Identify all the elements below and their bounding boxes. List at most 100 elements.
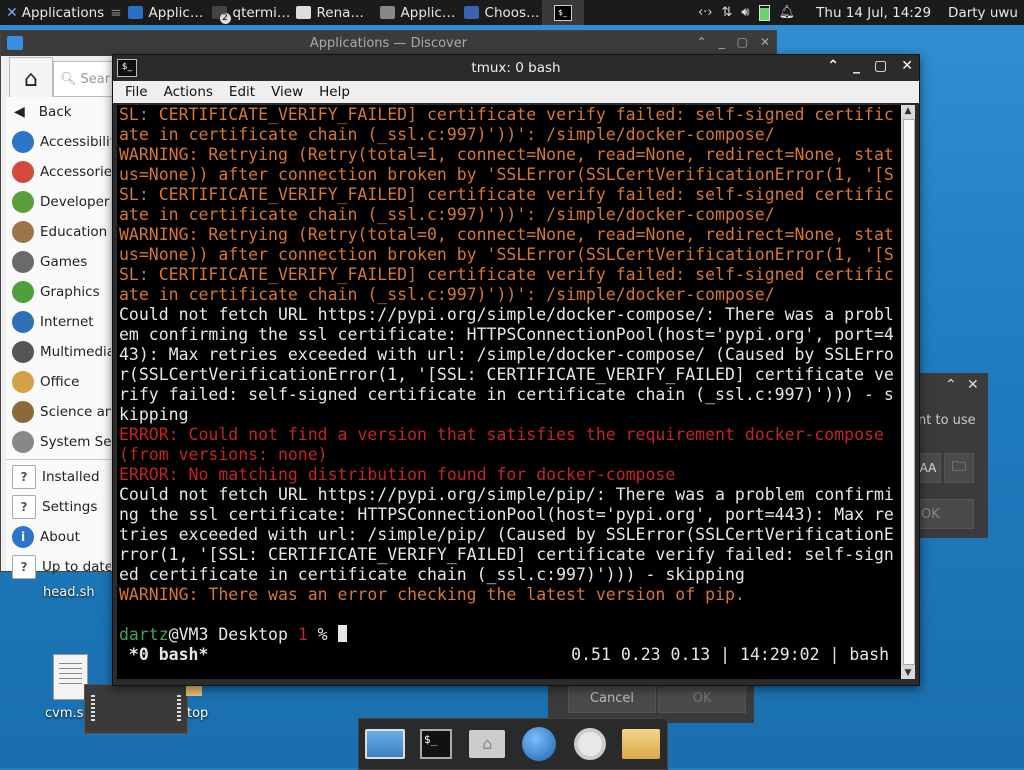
clock[interactable]: Thu 14 Jul, 14:29	[816, 5, 931, 21]
terminal-launcher-button[interactable]: $_	[541, 0, 584, 25]
dock-app-finder[interactable]	[570, 725, 610, 763]
desktop-icon-head-sh[interactable]: head.sh	[43, 585, 95, 600]
terminal-line: (from versions: none)	[119, 445, 328, 464]
sidebar-item[interactable]: ? Installed	[6, 462, 111, 492]
tmux-status-bar: *0 bash* 0.51 0.23 0.13 | 14:29:02 | bash	[119, 645, 899, 665]
discover-bottom-list: ? Installed? Settings i About ? Up to date	[6, 462, 111, 582]
terminal-scrollbar[interactable]: ▲ ▼	[901, 105, 915, 679]
taskbar-item[interactable]: Rena…	[290, 0, 374, 25]
prompt-user: dartz	[119, 625, 169, 644]
drag-handle[interactable]	[91, 695, 95, 721]
maximize-up-icon[interactable]: ⌃	[945, 377, 957, 393]
dock-terminal[interactable]: $_	[416, 725, 456, 763]
category-item[interactable]: Multimedia	[6, 337, 111, 367]
terminal-screen[interactable]: SL: CERTIFICATE_VERIFY_FAILED] certifica…	[117, 105, 901, 679]
menu-actions[interactable]: Actions	[156, 84, 221, 100]
maximize-icon[interactable]: ▢	[874, 58, 887, 74]
discover-app-icon	[7, 36, 23, 50]
minimize-icon[interactable]: _	[719, 35, 725, 49]
scroll-up-icon[interactable]: ▲	[901, 105, 915, 117]
battery-icon[interactable]	[758, 4, 770, 21]
shell-script-icon[interactable]	[53, 654, 88, 700]
ok-button[interactable]: OK	[658, 683, 746, 713]
background-dialog: ⌃ ✕ nt to use AA 🗀 OK	[915, 373, 988, 538]
cancel-button[interactable]: Cancel	[568, 683, 656, 713]
terminal-line: us=None)) after connection broken by 'SS…	[119, 165, 894, 184]
sidebar-item[interactable]: ? Up to date	[6, 552, 111, 582]
taskbar-item[interactable]: Applic…	[122, 0, 206, 25]
tmux-window-name[interactable]: *0 bash*	[119, 645, 208, 665]
dock-show-desktop[interactable]	[364, 725, 405, 763]
maximize-up-icon[interactable]: ⌃	[697, 35, 707, 49]
minimize-icon[interactable]: _	[853, 58, 860, 74]
transfer-icon[interactable]: ⇅	[722, 5, 733, 20]
prompt-host: @VM3 Desktop	[168, 625, 298, 644]
category-item[interactable]: Internet	[6, 307, 111, 337]
maximize-up-icon[interactable]: ⌃	[827, 58, 839, 74]
sidebar-item[interactable]: i About	[6, 522, 111, 552]
category-item[interactable]: Accessories	[6, 157, 111, 187]
category-item[interactable]: Education	[6, 217, 111, 247]
sidebar-item-label: About	[40, 529, 80, 545]
desktop-icon-cvm-sh[interactable]: cvm.s	[45, 706, 83, 721]
minimized-window[interactable]	[84, 684, 188, 734]
menu-file[interactable]: File	[117, 84, 156, 100]
user-name[interactable]: Darty uwu	[948, 5, 1018, 21]
volume-icon[interactable]: 🔊︎	[741, 5, 749, 20]
multimedia-icon	[12, 341, 34, 363]
category-item[interactable]: Office	[6, 367, 111, 397]
terminal-line: r(SSLCertVerificationError(1, '[SSL: CER…	[119, 365, 894, 384]
maximize-icon[interactable]: ▢	[737, 35, 748, 49]
category-item[interactable]: Graphics	[6, 277, 111, 307]
dock-file-manager[interactable]	[621, 725, 661, 763]
terminal-line: WARNING: Retrying (Retry(total=0, connec…	[119, 225, 894, 244]
folder-button[interactable]: 🗀	[944, 453, 974, 483]
category-item[interactable]: System Se	[6, 427, 111, 457]
terminal-titlebar[interactable]: $_ tmux: 0 bash ⌃ _ ▢ ✕	[113, 55, 919, 81]
category-label: System Se	[40, 434, 111, 450]
menu-help[interactable]: Help	[311, 84, 358, 100]
window-icon	[463, 6, 479, 19]
games-icon	[12, 251, 34, 273]
menu-view[interactable]: View	[263, 84, 311, 100]
category-item[interactable]: Accessibility	[6, 127, 111, 157]
taskbar-item-label: Applic…	[148, 4, 204, 21]
top-panel: ✕ Applications ≡ Applic… 2 qtermi… Rena… App…	[0, 0, 1024, 25]
drag-handle[interactable]	[177, 695, 181, 721]
category-label: Accessories	[40, 164, 111, 180]
notification-bell-icon[interactable]: 🔔︎	[779, 5, 796, 20]
developer-icon	[12, 191, 34, 213]
terminal-title: tmux: 0 bash	[471, 60, 561, 76]
update-icon: ?	[12, 555, 36, 579]
taskbar-item[interactable]: 2 qtermi…	[206, 0, 290, 25]
home-folder-icon: ⌂	[469, 730, 506, 758]
accessibility-icon	[12, 131, 34, 153]
home-button[interactable]: ⌂	[9, 57, 53, 101]
close-icon[interactable]: ✕	[760, 35, 770, 49]
taskbar-item[interactable]: Choos…	[458, 0, 542, 25]
category-item[interactable]: Games	[6, 247, 111, 277]
scrollbar-thumb[interactable]	[903, 119, 915, 665]
scroll-down-icon[interactable]: ▼	[901, 667, 915, 679]
desktop-icon-top[interactable]: top	[187, 706, 208, 721]
applications-menu[interactable]: ✕ Applications	[0, 0, 110, 25]
dialog-ok-button[interactable]: OK	[915, 499, 974, 529]
about-icon: i	[12, 526, 34, 548]
applications-menu-label: Applications	[21, 4, 105, 21]
terminal-app-icon: $_	[117, 59, 137, 77]
taskbar-item[interactable]: Applic…	[374, 0, 458, 25]
dock-web-browser[interactable]	[519, 725, 559, 763]
search-placeholder: Sear	[80, 71, 111, 87]
back-button[interactable]: ◀ Back	[6, 97, 111, 127]
terminal-icon: $_	[419, 729, 452, 759]
category-item[interactable]: Developer	[6, 187, 111, 217]
taskbar-item-label: Rena…	[316, 4, 364, 21]
sidebar-item[interactable]: ? Settings	[6, 492, 111, 522]
network-icon[interactable]: ‹·›	[698, 5, 713, 20]
dock-home-folder[interactable]: ⌂	[467, 725, 507, 763]
category-item[interactable]: Science and	[6, 397, 111, 427]
search-input[interactable]: 🔍︎ Sear	[53, 61, 121, 97]
menu-edit[interactable]: Edit	[221, 84, 263, 100]
close-icon[interactable]: ✕	[901, 58, 913, 74]
close-icon[interactable]: ✕	[967, 377, 979, 393]
